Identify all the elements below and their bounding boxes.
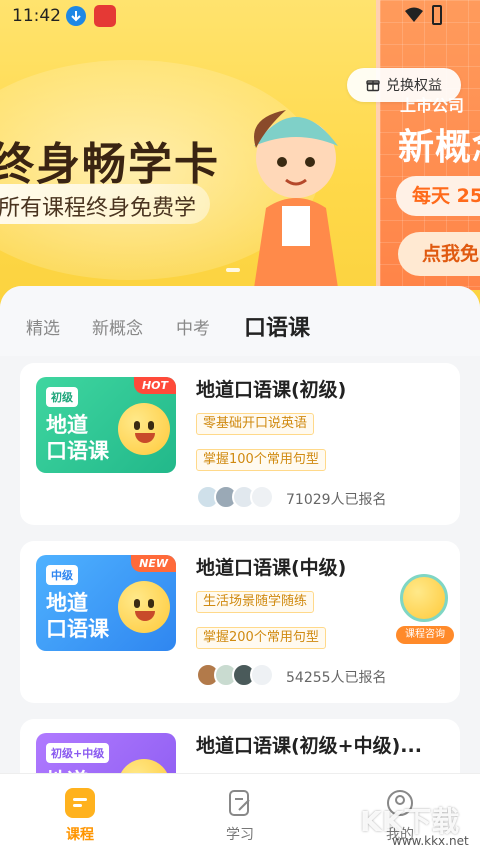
course-card[interactable]: 初级 地道 口语课 HOT 地道口语课(初级) 零基础开口说英语 掌握100个常… bbox=[20, 363, 460, 525]
thumb-level: 初级+中级 bbox=[46, 743, 110, 763]
smiley-mascot-icon bbox=[118, 403, 170, 455]
tab-middle-school-exam[interactable]: 中考 bbox=[176, 314, 210, 339]
course-consult-button[interactable]: 课程咨询 bbox=[396, 574, 454, 644]
nav-study-label: 学习 bbox=[226, 827, 254, 843]
course-card[interactable]: 中级 地道 口语课 NEW 地道口语课(中级) 生活场景随学随练 掌握200个常… bbox=[20, 541, 460, 703]
nav-study[interactable]: 学习 bbox=[210, 788, 270, 844]
more-avatars-icon bbox=[250, 663, 274, 687]
course-thumbnail: 初级 地道 口语课 HOT bbox=[36, 377, 176, 473]
study-icon bbox=[225, 788, 255, 818]
thumb-level: 中级 bbox=[46, 565, 78, 585]
nav-courses[interactable]: 课程 bbox=[50, 788, 110, 844]
enrolled-avatars bbox=[196, 663, 274, 687]
banner-subtitle: 所有课程终身免费学 bbox=[0, 196, 197, 221]
course-sheet: 精选 新概念 中考 口语课 初级 地道 口语课 HOT 地道口语课(初级) 零基… bbox=[0, 286, 480, 776]
next-slide-preview: 上市公司 新概念 每天 25 点我免 bbox=[376, 0, 480, 290]
enrolled-count: 54255人已报名 bbox=[286, 670, 387, 686]
next-slide-cta: 点我免 bbox=[398, 232, 480, 276]
course-tag: 生活场景随学随练 bbox=[196, 591, 315, 613]
more-avatars-icon bbox=[250, 485, 274, 509]
carousel-indicator bbox=[226, 268, 240, 272]
thumb-line2: 口语课 bbox=[46, 617, 109, 641]
promo-banner[interactable]: 上市公司 新概念 每天 25 点我免 终身畅学卡 所有课程终身免费学 兑换权益 bbox=[0, 0, 480, 320]
tab-featured[interactable]: 精选 bbox=[26, 314, 60, 339]
redeem-label: 兑换权益 bbox=[386, 78, 442, 94]
course-title: 地道口语课(初级+中级)... bbox=[196, 735, 422, 757]
hot-badge: HOT bbox=[133, 377, 176, 394]
next-slide-title: 新概念 bbox=[398, 127, 480, 168]
course-tag: 零基础开口说英语 bbox=[196, 413, 315, 435]
consult-label: 课程咨询 bbox=[396, 626, 454, 644]
next-slide-pill: 每天 25 bbox=[396, 176, 480, 216]
course-tag: 掌握200个常用句型 bbox=[196, 627, 326, 649]
battery-icon bbox=[432, 5, 442, 25]
status-time: 11:42 bbox=[12, 6, 61, 26]
watermark-url: www.kkx.net bbox=[392, 834, 469, 848]
banner-title: 终身畅学卡 bbox=[0, 139, 220, 190]
tab-spoken-english-label: 口语课 bbox=[244, 316, 311, 341]
courses-icon bbox=[65, 788, 95, 818]
download-icon bbox=[66, 6, 86, 26]
tab-spoken-english[interactable]: 口语课 bbox=[244, 310, 311, 348]
mascot-boy-illustration bbox=[254, 110, 338, 288]
course-title: 地道口语课(中级) bbox=[196, 557, 347, 579]
category-tabs: 精选 新概念 中考 口语课 bbox=[0, 286, 480, 356]
nav-courses-label: 课程 bbox=[66, 827, 94, 843]
thumb-level: 初级 bbox=[46, 387, 78, 407]
enrolled-count: 71029人已报名 bbox=[286, 492, 387, 508]
gift-icon bbox=[366, 80, 380, 92]
smiley-mascot-icon bbox=[118, 581, 170, 633]
active-tab-indicator bbox=[262, 341, 292, 348]
course-card[interactable]: 初级+中级 地道 地道口语课(初级+中级)... bbox=[20, 719, 460, 776]
app-notification-icon bbox=[94, 5, 116, 27]
new-badge: NEW bbox=[131, 555, 176, 572]
consult-mascot-icon bbox=[400, 574, 448, 622]
thumb-line2: 口语课 bbox=[46, 439, 109, 463]
tab-new-concept[interactable]: 新概念 bbox=[92, 314, 143, 339]
status-bar: 11:42 bbox=[0, 0, 480, 32]
course-thumbnail: 初级+中级 地道 bbox=[36, 733, 176, 776]
redeem-benefits-button[interactable]: 兑换权益 bbox=[347, 68, 461, 102]
course-title: 地道口语课(初级) bbox=[196, 379, 347, 401]
course-thumbnail: 中级 地道 口语课 NEW bbox=[36, 555, 176, 651]
wifi-icon bbox=[405, 7, 423, 22]
enrolled-avatars bbox=[196, 485, 274, 509]
course-tag: 掌握100个常用句型 bbox=[196, 449, 326, 471]
